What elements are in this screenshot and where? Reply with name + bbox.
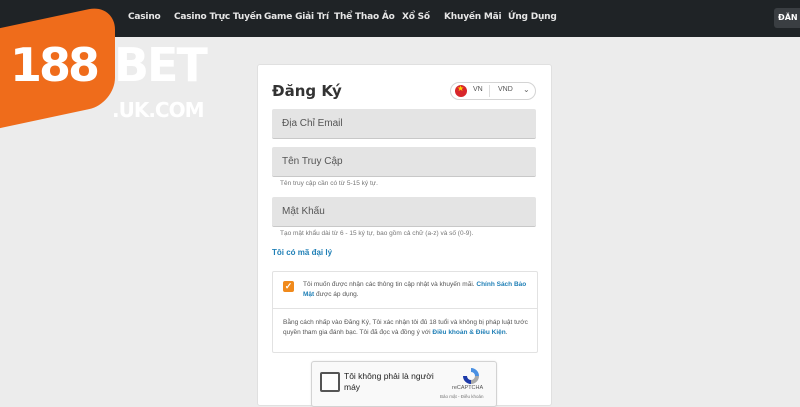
password-field-wrapper	[272, 197, 536, 227]
password-field[interactable]	[272, 197, 536, 226]
terms-conditions-link[interactable]: Điều khoản & Điều Kiện	[432, 329, 505, 336]
logo-domain: .UK.COM	[112, 98, 205, 122]
divider	[273, 308, 537, 309]
username-field[interactable]	[272, 147, 536, 176]
currency-code: VND	[498, 86, 513, 93]
divider	[489, 85, 490, 97]
language-currency-selector[interactable]: VN VND ⌄	[450, 82, 536, 100]
consent-text-end: được áp dụng.	[316, 291, 359, 298]
nav-item-apps[interactable]: Ứng Dụng	[508, 12, 557, 22]
marketing-consent-text: Tôi muốn được nhận các thông tin cập nhậ…	[303, 280, 528, 300]
password-hint: Tạo mật khẩu dài từ 6 - 15 ký tự, bao gồ…	[280, 230, 474, 237]
recaptcha-terms[interactable]: Bảo mật - Điều khoản	[440, 394, 484, 399]
login-button[interactable]: ĐĂN	[774, 8, 800, 28]
registration-panel: Đăng Ký VN VND ⌄ Tên truy cập cần có từ …	[257, 64, 552, 407]
recaptcha-brand: reCAPTCHA	[452, 385, 484, 391]
recaptcha-label: Tôi không phải là người máy	[344, 371, 434, 392]
email-field[interactable]	[272, 109, 536, 138]
country-code: VN	[473, 86, 483, 93]
terms-consent-text: Bằng cách nhấp vào Đăng Ký, Tôi xác nhận…	[283, 318, 528, 338]
username-hint: Tên truy cập cần có từ 5-15 ký tự.	[280, 180, 378, 187]
email-field-wrapper	[272, 109, 536, 139]
username-field-wrapper	[272, 147, 536, 177]
vietnam-flag-icon	[455, 84, 467, 97]
recaptcha-icon	[463, 368, 479, 384]
consent-text-part: Tôi muốn được nhận các thông tin cập nhậ…	[303, 281, 475, 288]
marketing-consent-checkbox[interactable]: ✓	[283, 281, 294, 292]
recaptcha-checkbox[interactable]	[320, 372, 340, 392]
logo-number: 188	[10, 38, 100, 92]
nav-item-lottery[interactable]: Xổ Số	[402, 12, 430, 22]
brand-logo[interactable]: 188 BET .UK.COM	[0, 0, 230, 133]
consent-box: ✓ Tôi muốn được nhận các thông tin cập n…	[272, 271, 538, 353]
nav-item-virtual-sports[interactable]: Thể Thao Ảo	[334, 12, 395, 22]
nav-item-promotions[interactable]: Khuyến Mãi	[444, 12, 502, 22]
terms-text-end: .	[505, 329, 508, 336]
logo-text: BET	[114, 38, 208, 92]
chevron-down-icon: ⌄	[523, 85, 530, 94]
agent-code-link[interactable]: Tôi có mã đại lý	[272, 248, 332, 257]
recaptcha-widget: Tôi không phải là người máy reCAPTCHA Bả…	[311, 361, 497, 407]
page-title: Đăng Ký	[272, 82, 342, 100]
nav-item-games[interactable]: Game Giải Trí	[264, 12, 329, 22]
